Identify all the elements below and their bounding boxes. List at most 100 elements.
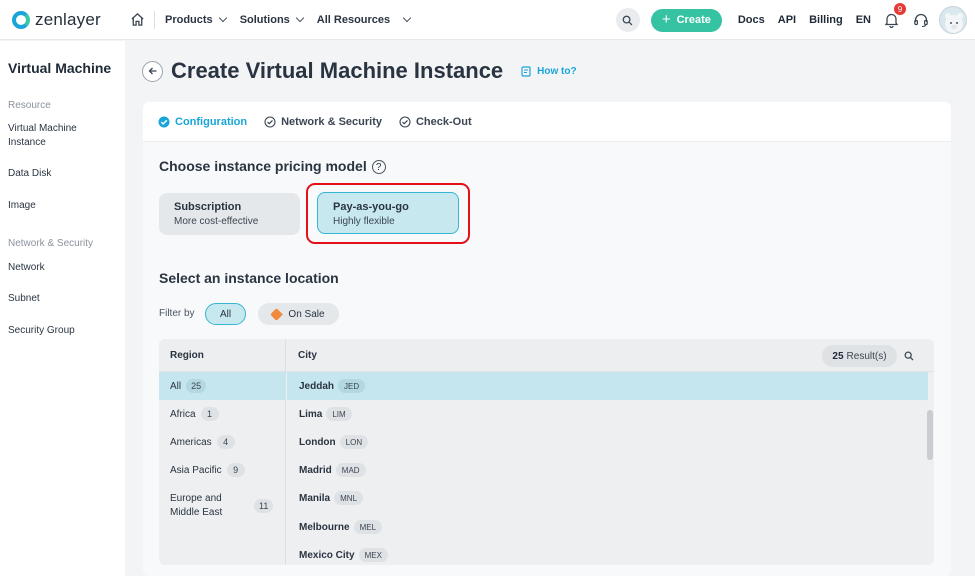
filter-chip-on-sale[interactable]: On Sale [258,303,339,325]
chevron-down-icon [295,13,305,23]
region-count: 4 [216,435,235,449]
option-name: Subscription [174,201,242,213]
region-list: All 25 Africa 1 Americas 4 Asia Pacific 9 Eu… [159,372,286,565]
city-item-manila[interactable]: Manila MNL [287,484,364,512]
page-title: Create Virtual Machine Instance [171,58,504,83]
page-title-row: Create Virtual Machine Instance How to? [142,58,577,84]
region-column-header: Region [159,339,286,371]
city-item-lima[interactable]: Lima LIM [287,400,352,428]
back-button[interactable] [142,60,163,82]
result-suffix: Result(s) [846,350,887,362]
nav-solutions-label: Solutions [239,13,290,26]
city-item-melbourne[interactable]: Melbourne MEL [287,513,383,541]
city-code: LON [339,435,369,449]
step-configuration[interactable]: Configuration [158,116,247,128]
help-icon[interactable]: ? [371,160,386,175]
city-name: Jeddah [299,380,335,392]
location-section-title: Select an instance location [159,270,339,286]
city-name: Melbourne [299,521,350,533]
notification-badge: 9 [894,3,906,15]
docs-link[interactable]: Docs [738,14,765,26]
language-switch[interactable]: EN [856,14,871,26]
region-item-africa[interactable]: Africa 1 [159,400,219,428]
create-instance-card: Configuration Network & Security Check-O… [143,102,951,576]
step-network-security-label: Network & Security [281,115,382,128]
global-search-button[interactable] [615,8,640,32]
region-item-europe-middle-east[interactable]: Europe and Middle East 11 [159,489,286,523]
check-circle-filled-icon [158,116,170,127]
result-count-badge: 25 Result(s) [822,345,897,367]
city-name: London [299,436,336,448]
arrow-left-icon [148,67,156,75]
support-button[interactable] [913,12,929,28]
tag-icon [270,307,284,321]
location-table: Region City 25 Result(s) All 25 Africa 1 Am… [159,339,934,565]
nav-all-resources-label: All Resources [316,13,391,26]
how-to-link[interactable]: How to? [521,65,577,77]
filter-all-label: All [219,308,232,320]
region-item-all[interactable]: All 25 [159,372,286,400]
city-name: Lima [299,408,323,420]
region-item-americas[interactable]: Americas 4 [159,428,235,456]
city-code: MEX [358,548,388,562]
user-avatar[interactable] [939,6,967,34]
sidebar-item-virtual-machine-instance[interactable]: Virtual Machine Instance [0,122,90,150]
search-icon [904,351,914,361]
zenlayer-logo[interactable]: zenlayer [12,10,122,30]
logo-icon [12,10,30,29]
city-item-london[interactable]: London LON [287,428,369,456]
region-name: Americas [170,436,212,448]
document-icon [521,65,531,77]
nav-all-resources[interactable]: All Resources [316,13,412,26]
city-item-jeddah[interactable]: Jeddah JED [287,372,928,400]
city-list-scrollbar[interactable] [927,372,934,565]
region-item-asia-pacific[interactable]: Asia Pacific 9 [159,456,245,484]
region-name: Asia Pacific [170,464,222,476]
sidebar-item-subnet[interactable]: Subnet [0,292,40,306]
notifications-button[interactable]: 9 [884,3,906,29]
billing-link[interactable]: Billing [809,14,843,26]
create-button[interactable]: + Create [650,8,722,32]
top-header: zenlayer Products Solutions All Resource… [0,0,975,40]
region-count: 11 [254,499,274,513]
city-code: JED [338,379,366,393]
filter-on-sale-label: On Sale [288,308,325,320]
region-count: 1 [200,407,219,421]
scrollbar-thumb[interactable] [927,410,933,460]
sidebar-title: Virtual Machine [8,60,112,76]
logo-text: zenlayer [35,9,101,29]
city-code: MNL [334,491,364,505]
sidebar-item-image[interactable]: Image [0,199,36,213]
nav-products[interactable]: Products [165,13,227,26]
sidebar-group-network-security: Network & Security [8,238,94,249]
pricing-title-text: Choose instance pricing model [159,158,367,174]
region-name: Europe and Middle East [170,493,223,518]
nav-products-label: Products [165,13,213,26]
step-network-security[interactable]: Network & Security [264,116,382,128]
filter-chip-all[interactable]: All [205,303,246,325]
sidebar-item-data-disk[interactable]: Data Disk [0,167,51,181]
city-list: Jeddah JED Lima LIM London LON Madrid MAD Ma… [287,372,928,565]
search-icon [623,15,633,25]
filter-label: Filter by [159,308,195,319]
sidebar-item-security-group[interactable]: Security Group [0,324,75,338]
home-icon[interactable] [126,9,148,31]
avatar-icon [945,13,963,33]
region-name: Africa [170,408,196,420]
sidebar-item-network[interactable]: Network [0,261,45,275]
city-name: Manila [299,492,331,504]
annotation-highlight-box [306,183,470,244]
city-item-mexico-city[interactable]: Mexico City MEX [287,541,388,565]
plus-icon: + [661,10,671,28]
city-search-button[interactable] [904,350,914,364]
region-name: All [170,380,182,392]
option-description: More cost-effective [174,216,259,227]
api-link[interactable]: API [778,14,796,26]
city-item-madrid[interactable]: Madrid MAD [287,456,366,484]
step-check-out[interactable]: Check-Out [399,116,472,128]
pricing-option-subscription[interactable]: Subscription More cost-effective [159,193,300,235]
chevron-down-icon [402,13,412,23]
table-header: Region City [159,339,934,372]
city-name: Madrid [299,464,332,476]
nav-solutions[interactable]: Solutions [239,13,305,26]
